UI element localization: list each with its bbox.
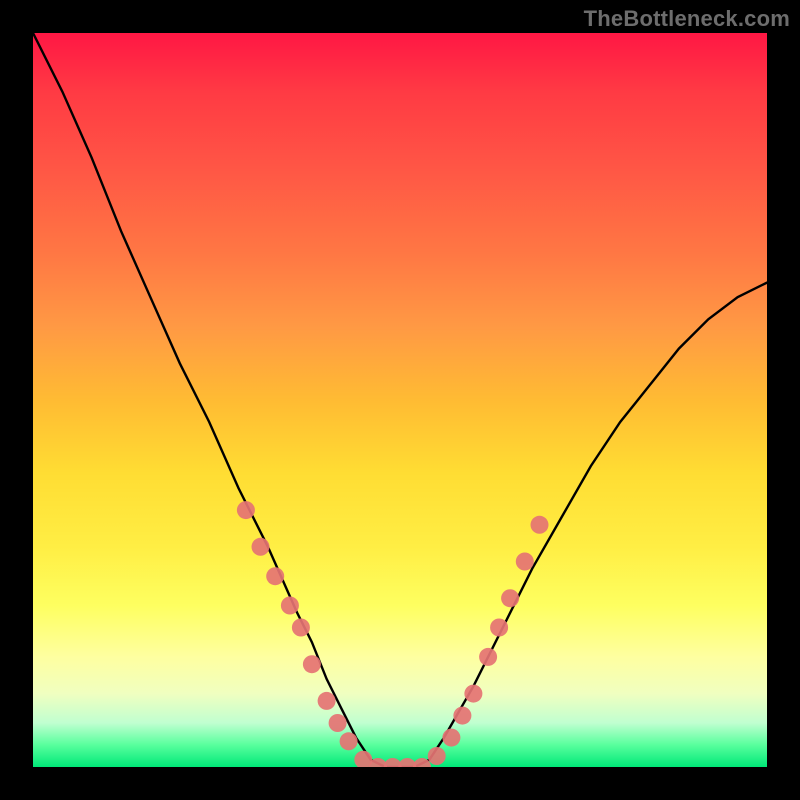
curve-marker — [516, 553, 534, 571]
bottleneck-curve — [33, 33, 767, 767]
curve-marker — [501, 589, 519, 607]
curve-marker — [329, 714, 347, 732]
curve-marker — [453, 707, 471, 725]
bottleneck-curve-svg — [33, 33, 767, 767]
curve-marker — [303, 655, 321, 673]
curve-marker — [479, 648, 497, 666]
curve-marker — [318, 692, 336, 710]
plot-area — [33, 33, 767, 767]
chart-frame: TheBottleneck.com — [0, 0, 800, 800]
curve-marker — [252, 538, 270, 556]
curve-marker — [428, 747, 446, 765]
curve-marker — [340, 732, 358, 750]
curve-marker — [292, 619, 310, 637]
curve-marker — [237, 501, 255, 519]
curve-marker — [464, 685, 482, 703]
curve-markers — [237, 501, 549, 767]
curve-marker — [266, 567, 284, 585]
curve-marker — [531, 516, 549, 534]
curve-marker — [490, 619, 508, 637]
curve-marker — [442, 729, 460, 747]
curve-marker — [281, 597, 299, 615]
watermark-text: TheBottleneck.com — [584, 6, 790, 32]
